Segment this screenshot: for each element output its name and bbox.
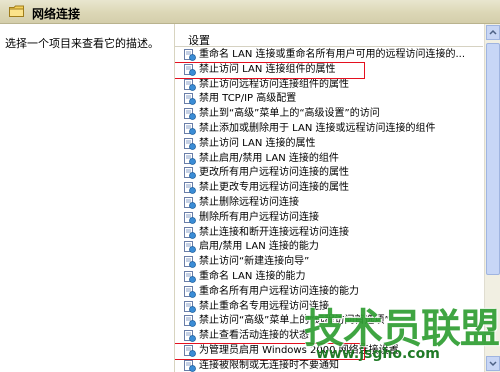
list-item[interactable]: 重命名 LAN 连接或重命名所有用户可用的远程访问连接的... xyxy=(175,48,485,63)
highlight-box xyxy=(175,343,365,360)
list-item-label: 禁止到“高级”菜单上的“高级设置”的访问 xyxy=(199,108,380,120)
policy-setting-icon xyxy=(184,241,196,254)
list-item[interactable]: 更改所有用户远程访问连接的属性 xyxy=(175,166,485,181)
policy-setting-icon xyxy=(184,330,196,343)
policy-setting-icon xyxy=(184,300,196,313)
list-item[interactable]: 重命名所有用户远程访问连接的能力 xyxy=(175,285,485,300)
list-item[interactable]: 禁止连接和断开连接远程访问连接 xyxy=(175,226,485,241)
list-item[interactable]: 禁止启用/禁用 LAN 连接的组件 xyxy=(175,152,485,167)
list-item-label: 禁止更改专用远程访问连接的属性 xyxy=(199,182,349,194)
policy-setting-icon xyxy=(184,137,196,150)
policy-setting-icon xyxy=(184,256,196,269)
list-item-label: 禁止连接和断开连接远程访问连接 xyxy=(199,226,349,238)
scroll-down-button[interactable] xyxy=(486,356,500,371)
policy-setting-icon xyxy=(184,182,196,195)
policy-setting-icon xyxy=(184,315,196,328)
policy-setting-icon xyxy=(184,359,196,372)
policy-setting-icon xyxy=(184,78,196,91)
policy-setting-icon xyxy=(184,108,196,121)
list-item-label: 禁止删除远程访问连接 xyxy=(199,196,299,208)
arrow-down-icon xyxy=(489,361,497,367)
list-item[interactable]: 禁止访问“高级”菜单上的“远程访问首选项” xyxy=(175,314,485,329)
list-item[interactable]: 删除所有用户远程访问连接 xyxy=(175,211,485,226)
policy-setting-icon xyxy=(184,167,196,180)
window-titlebar: 网络连接 xyxy=(0,0,500,24)
policy-setting-icon xyxy=(184,285,196,298)
highlight-box xyxy=(175,61,365,79)
scroll-up-button[interactable] xyxy=(486,25,500,40)
list-item-label: 重命名 LAN 连接的能力 xyxy=(199,270,306,282)
list-item[interactable]: 禁止查看活动连接的状态 xyxy=(175,329,485,344)
list-item[interactable]: 启用/禁用 LAN 连接的能力 xyxy=(175,240,485,255)
list-item[interactable]: 连接被限制或无连接时不要通知 xyxy=(175,359,485,372)
settings-pane: 设置 重命名 LAN 连接或重命名所有用户可用的远程访问连接的... 禁止访问 L… xyxy=(174,24,500,372)
policy-setting-icon xyxy=(184,49,196,61)
list-item[interactable]: 禁止删除远程访问连接 xyxy=(175,196,485,211)
list-item-label: 禁止访问“高级”菜单上的“远程访问首选项” xyxy=(199,315,390,327)
policy-setting-icon xyxy=(184,211,196,224)
list-item-label: 连接被限制或无连接时不要通知 xyxy=(199,359,339,371)
policy-setting-icon xyxy=(184,152,196,165)
list-item-label: 删除所有用户远程访问连接 xyxy=(199,211,319,223)
list-item-label: 禁止查看活动连接的状态 xyxy=(199,330,309,342)
policy-setting-icon xyxy=(184,122,196,135)
arrow-up-icon xyxy=(489,29,497,35)
window-title: 网络连接 xyxy=(32,7,81,21)
column-header-label: 设置 xyxy=(188,34,210,47)
scroll-thumb[interactable] xyxy=(486,43,500,275)
list-item[interactable]: 禁用 TCP/IP 高级配置 xyxy=(175,92,485,107)
list-item-label: 禁止启用/禁用 LAN 连接的组件 xyxy=(199,152,339,164)
list-item-label: 更改所有用户远程访问连接的属性 xyxy=(199,167,349,179)
list-item-label: 重命名 LAN 连接或重命名所有用户可用的远程访问连接的... xyxy=(199,49,466,60)
list-item-label: 禁止访问远程访问连接组件的属性 xyxy=(199,78,349,90)
list-item-label: 禁止重命名专用远程访问连接 xyxy=(199,300,329,312)
description-text: 选择一个项目来查看它的描述。 xyxy=(5,37,159,50)
list-item-label: 禁用 TCP/IP 高级配置 xyxy=(199,93,297,105)
column-header-setting[interactable]: 设置 xyxy=(175,30,483,47)
policy-setting-icon xyxy=(184,196,196,209)
vertical-scrollbar[interactable] xyxy=(484,24,500,372)
list-item[interactable]: 禁止重命名专用远程访问连接 xyxy=(175,300,485,315)
settings-list: 重命名 LAN 连接或重命名所有用户可用的远程访问连接的... 禁止访问 LAN … xyxy=(175,48,485,372)
policy-setting-icon xyxy=(184,226,196,239)
list-item[interactable]: 禁止到“高级”菜单上的“高级设置”的访问 xyxy=(175,107,485,122)
list-item-label: 重命名所有用户远程访问连接的能力 xyxy=(199,285,359,297)
policy-setting-icon xyxy=(184,270,196,283)
list-item[interactable]: 禁止更改专用远程访问连接的属性 xyxy=(175,181,485,196)
list-item-label: 启用/禁用 LAN 连接的能力 xyxy=(199,241,319,253)
list-item-label: 禁止访问 LAN 连接的属性 xyxy=(199,137,316,149)
list-item-label: 禁止访问“新建连接向导” xyxy=(199,256,310,268)
list-item[interactable]: 禁止访问远程访问连接组件的属性 xyxy=(175,78,485,93)
policy-setting-icon xyxy=(184,93,196,106)
list-item[interactable]: 重命名 LAN 连接的能力 xyxy=(175,270,485,285)
folder-icon xyxy=(9,5,24,17)
list-item[interactable]: 禁止访问“新建连接向导” xyxy=(175,255,485,270)
list-item[interactable]: 禁止访问 LAN 连接的属性 xyxy=(175,137,485,152)
list-item-label: 禁止添加或删除用于 LAN 连接或远程访问连接的组件 xyxy=(199,122,436,134)
list-item[interactable]: 禁止添加或删除用于 LAN 连接或远程访问连接的组件 xyxy=(175,122,485,137)
description-pane: 选择一个项目来查看它的描述。 xyxy=(0,24,174,372)
